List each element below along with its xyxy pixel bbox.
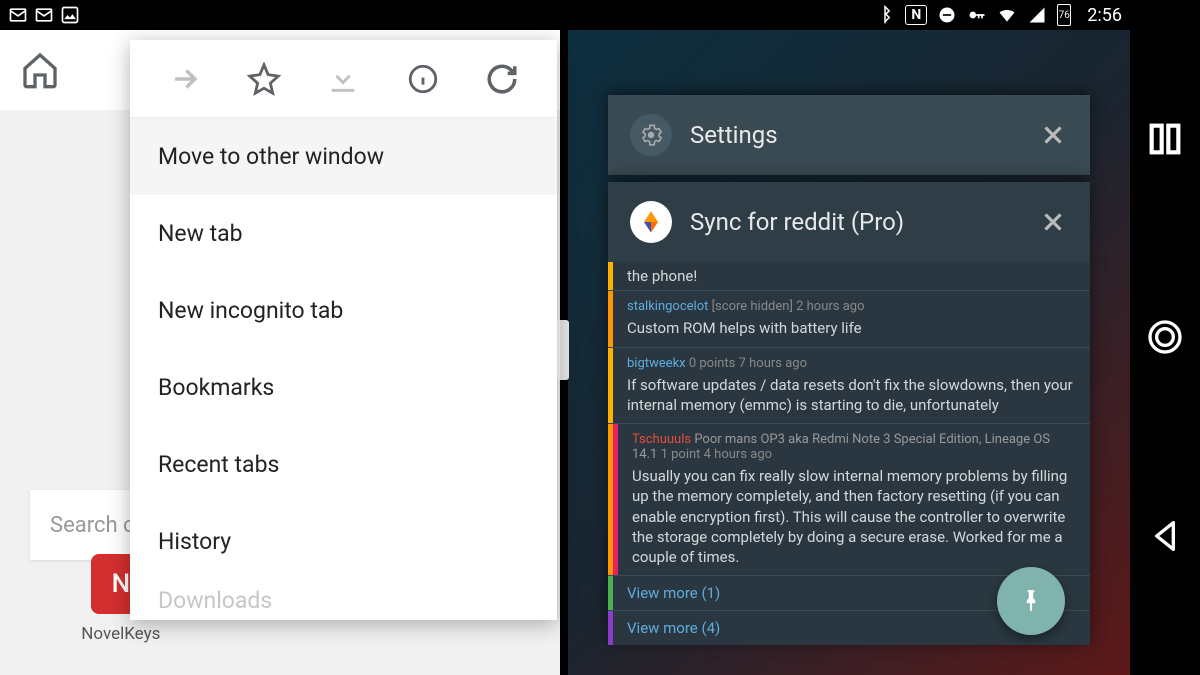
comment-meta: stalkingocelot [score hidden] 2 hours ag… (627, 299, 1076, 314)
menu-downloads[interactable]: Downloads (130, 580, 557, 620)
home-icon[interactable] (20, 50, 60, 90)
wifi-icon (997, 5, 1017, 25)
menu-history[interactable]: History (130, 503, 557, 580)
settings-app-icon (630, 114, 672, 156)
recent-card-settings[interactable]: Settings (608, 95, 1090, 175)
card-header: Sync for reddit (Pro) (608, 182, 1090, 262)
split-screen-button[interactable] (1145, 119, 1185, 159)
photo-icon (60, 5, 80, 25)
menu-bookmarks[interactable]: Bookmarks (130, 349, 557, 426)
bluetooth-icon (875, 5, 895, 25)
star-icon[interactable] (247, 62, 281, 96)
menu-move-to-other-window[interactable]: Move to other window (130, 118, 557, 195)
battery-icon: 76 (1057, 4, 1071, 26)
bookmark-label: NovelKeys (46, 624, 196, 645)
gmail-icon (8, 5, 28, 25)
chrome-overflow-menu: Move to other window New tab New incogni… (130, 40, 557, 620)
dnd-icon (937, 5, 957, 25)
info-icon[interactable] (406, 62, 440, 96)
comment-body: Usually you can fix really slow internal… (632, 466, 1076, 567)
comment-meta: Tschuuuls Poor mans OP3 aka Redmi Note 3… (632, 432, 1076, 462)
signal-icon (1027, 5, 1047, 25)
comment[interactable]: bigtweekx 0 points 7 hours ago If softwa… (608, 348, 1090, 424)
pin-icon (1018, 588, 1044, 614)
menu-new-tab[interactable]: New tab (130, 195, 557, 272)
recents-pane: N 76 2:56 Settings (568, 0, 1130, 675)
menu-new-incognito-tab[interactable]: New incognito tab (130, 272, 557, 349)
home-button[interactable] (1145, 317, 1185, 357)
card-header: Settings (608, 95, 1090, 175)
vpn-key-icon (967, 5, 987, 25)
system-navbar (1130, 0, 1200, 675)
refresh-icon[interactable] (485, 62, 519, 96)
comment-body: If software updates / data resets don't … (627, 375, 1076, 416)
close-icon[interactable] (1038, 207, 1068, 237)
status-time: 2:56 (1087, 5, 1122, 26)
forward-icon[interactable] (168, 62, 202, 96)
pin-fab[interactable] (997, 567, 1065, 635)
sync-app-icon (630, 201, 672, 243)
chrome-pane: Search or type URL N NovelKeys Honda Fin… (0, 0, 565, 675)
split-divider-handle[interactable] (557, 320, 569, 380)
status-bar-right: N 76 2:56 (568, 0, 1130, 30)
comment[interactable]: Tschuuuls Poor mans OP3 aka Redmi Note 3… (613, 424, 1090, 575)
comment[interactable]: stalkingocelot [score hidden] 2 hours ag… (608, 291, 1090, 346)
recents-stack: Settings Sync for reddit (Pro) the phone… (608, 65, 1090, 675)
download-icon[interactable] (326, 62, 360, 96)
nfc-icon: N (905, 5, 927, 25)
card-title: Settings (690, 121, 1020, 149)
comment-snippet: the phone! (627, 266, 1076, 286)
battery-pct: 76 (1059, 10, 1070, 21)
comment-body: Custom ROM helps with battery life (627, 318, 1076, 338)
menu-recent-tabs[interactable]: Recent tabs (130, 426, 557, 503)
back-button[interactable] (1145, 516, 1185, 556)
close-icon[interactable] (1038, 120, 1068, 150)
card-title: Sync for reddit (Pro) (690, 208, 1020, 236)
gmail-icon (34, 5, 54, 25)
comment-meta: bigtweekx 0 points 7 hours ago (627, 356, 1076, 371)
status-bar-left (0, 0, 565, 30)
menu-icon-row (130, 40, 557, 118)
